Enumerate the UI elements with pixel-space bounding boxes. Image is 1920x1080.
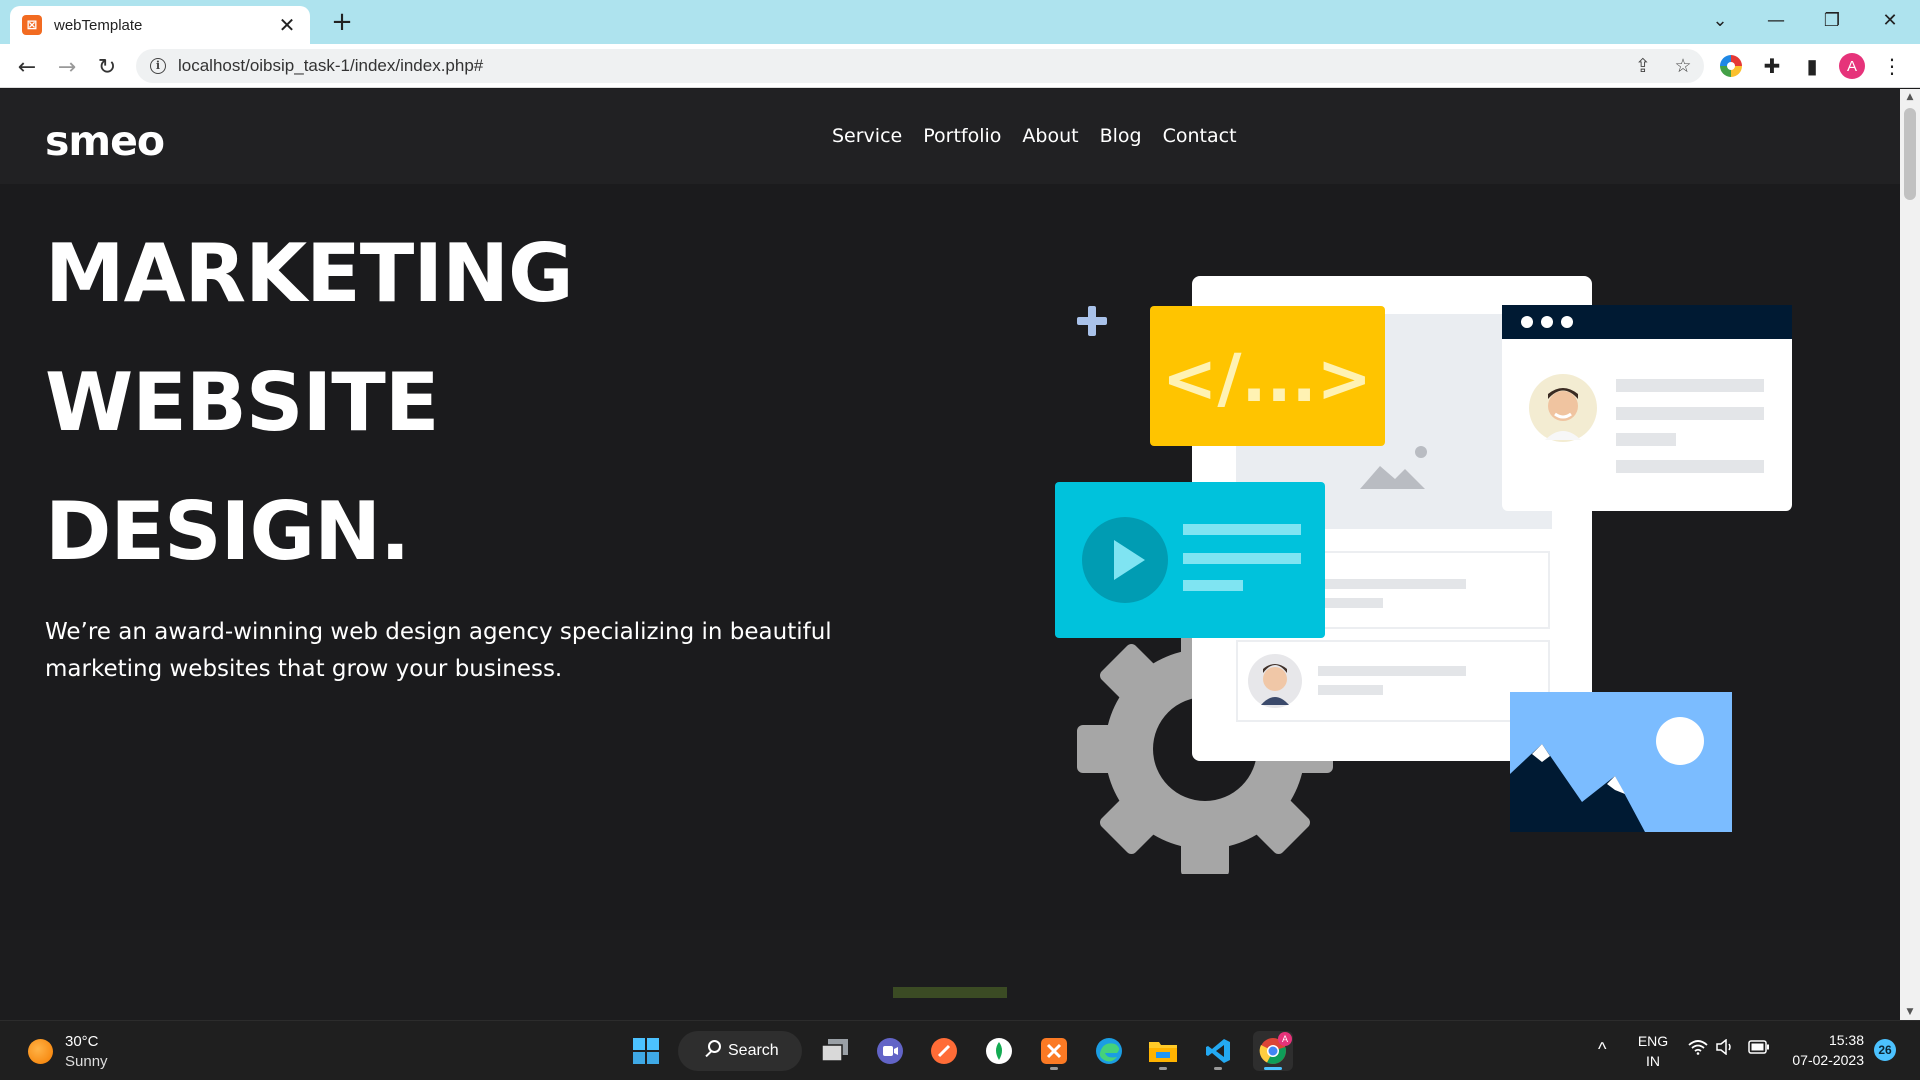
url-text[interactable]: localhost/oibsip_task-1/index/index.php# xyxy=(178,56,483,76)
close-window-button[interactable]: ✕ xyxy=(1862,0,1918,40)
profile-line-3 xyxy=(1616,433,1676,446)
forward-arrow-icon[interactable]: → xyxy=(50,50,84,84)
weather-temperature[interactable]: 30°C xyxy=(65,1033,99,1050)
task-view-icon[interactable] xyxy=(815,1031,855,1071)
chrome-profile-badge: A xyxy=(1278,1032,1292,1046)
xampp-icon: ⊠ xyxy=(22,15,42,35)
accent-bar xyxy=(893,987,1007,998)
wifi-icon[interactable] xyxy=(1688,1039,1708,1060)
hero-line-3: DESIGN. xyxy=(45,485,410,578)
list-row-1-line-1 xyxy=(1318,579,1466,589)
profile-line-2 xyxy=(1616,407,1764,420)
browser-menu-icon[interactable]: ⋮ xyxy=(1876,50,1908,82)
clock-date[interactable]: 07-02-2023 xyxy=(1780,1052,1864,1068)
new-tab-button[interactable]: + xyxy=(324,6,360,40)
taskbar-search[interactable]: Search xyxy=(678,1031,802,1071)
weather-condition[interactable]: Sunny xyxy=(65,1053,108,1070)
address-bar[interactable]: i localhost/oibsip_task-1/index/index.ph… xyxy=(136,49,1704,83)
page-viewport: smeo Service Portfolio About Blog Contac… xyxy=(0,89,1900,1020)
video-line-3 xyxy=(1183,580,1243,591)
postman-icon[interactable] xyxy=(924,1031,964,1071)
minimize-button[interactable]: — xyxy=(1748,0,1804,40)
start-icon[interactable] xyxy=(626,1031,666,1071)
restore-button[interactable]: ❐ xyxy=(1804,0,1860,40)
site-logo[interactable]: smeo xyxy=(45,117,165,165)
back-arrow-icon[interactable]: ← xyxy=(10,50,44,84)
hero-line-2: WEBSITE xyxy=(45,356,439,449)
list-row-1-line-2 xyxy=(1318,598,1383,608)
color-picker-extension-icon[interactable] xyxy=(1715,50,1747,82)
taskbar-search-label: Search xyxy=(728,1042,779,1059)
bookmark-star-icon[interactable]: ☆ xyxy=(1670,53,1696,79)
site-info-icon[interactable]: i xyxy=(150,58,166,74)
battery-icon[interactable] xyxy=(1748,1040,1770,1057)
windows-taskbar: 30°C Sunny Search A ^ ENG IN 15:38 07-02… xyxy=(0,1020,1920,1080)
list-row-2-line-2 xyxy=(1318,685,1383,695)
nav-link-portfolio[interactable]: Portfolio xyxy=(923,125,1001,147)
profile-line-1 xyxy=(1616,379,1764,392)
profile-avatar[interactable]: A xyxy=(1836,50,1868,82)
browser-toolbar: ← → ↻ i localhost/oibsip_task-1/index/in… xyxy=(0,44,1920,88)
teams-chat-icon[interactable] xyxy=(870,1031,910,1071)
show-hidden-icons-chevron-icon[interactable]: ^ xyxy=(1598,1039,1606,1060)
vscode-icon[interactable] xyxy=(1198,1031,1238,1071)
list-row-2-line-1 xyxy=(1318,666,1466,676)
browser-tab[interactable]: ⊠ webTemplate ✕ xyxy=(10,6,310,44)
lower-section xyxy=(0,930,1900,1020)
profile-line-4 xyxy=(1616,460,1764,473)
nav-link-service[interactable]: Service xyxy=(832,125,902,147)
nav-link-blog[interactable]: Blog xyxy=(1100,125,1142,147)
language-top[interactable]: ENG xyxy=(1636,1033,1670,1049)
language-bottom[interactable]: IN xyxy=(1636,1053,1670,1069)
plus-icon xyxy=(1077,306,1107,336)
chrome-icon[interactable]: A xyxy=(1253,1031,1293,1071)
clock-time[interactable]: 15:38 xyxy=(1780,1032,1864,1048)
scroll-down-arrow-icon[interactable]: ▼ xyxy=(1900,1004,1920,1020)
notification-badge[interactable]: 26 xyxy=(1874,1039,1896,1061)
close-tab-icon[interactable]: ✕ xyxy=(276,13,298,37)
hero-heading: MARKETING WEBSITE DESIGN. xyxy=(45,209,574,596)
reload-icon[interactable]: ↻ xyxy=(90,50,124,84)
xampp-icon[interactable] xyxy=(1034,1031,1074,1071)
scrollbar-thumb[interactable] xyxy=(1904,108,1916,200)
scroll-up-arrow-icon[interactable]: ▲ xyxy=(1900,89,1920,105)
file-explorer-icon[interactable] xyxy=(1143,1031,1183,1071)
tab-title: webTemplate xyxy=(54,16,143,34)
hero-illustration: </...> xyxy=(1055,276,1792,874)
code-glyph: </...> xyxy=(1162,340,1372,417)
extensions-puzzle-icon[interactable]: ✚ xyxy=(1756,50,1788,82)
share-icon[interactable]: ⇪ xyxy=(1630,53,1656,79)
site-header: smeo Service Portfolio About Blog Contac… xyxy=(0,89,1900,184)
weather-sun-icon[interactable] xyxy=(28,1039,53,1064)
speaker-icon[interactable] xyxy=(1716,1038,1734,1058)
side-panel-icon[interactable]: ▮ xyxy=(1796,50,1828,82)
main-nav: Service Portfolio About Blog Contact xyxy=(832,125,1237,147)
video-line-2 xyxy=(1183,553,1301,564)
video-line-1 xyxy=(1183,524,1301,535)
browser-tab-strip: ⊠ webTemplate ✕ + ⌄ — ❐ ✕ xyxy=(0,0,1920,44)
hero-description: We’re an award-winning web design agency… xyxy=(45,619,832,682)
tab-search-chevron-icon[interactable]: ⌄ xyxy=(1692,0,1748,40)
nav-link-contact[interactable]: Contact xyxy=(1163,125,1237,147)
edge-icon[interactable] xyxy=(1089,1031,1129,1071)
mongodb-compass-icon[interactable] xyxy=(979,1031,1019,1071)
nav-link-about[interactable]: About xyxy=(1022,125,1078,147)
hero-line-1: MARKETING xyxy=(45,227,574,320)
sun-shape xyxy=(1656,717,1704,765)
search-icon xyxy=(708,1040,721,1053)
page-scrollbar[interactable]: ▲ ▼ xyxy=(1900,89,1920,1020)
